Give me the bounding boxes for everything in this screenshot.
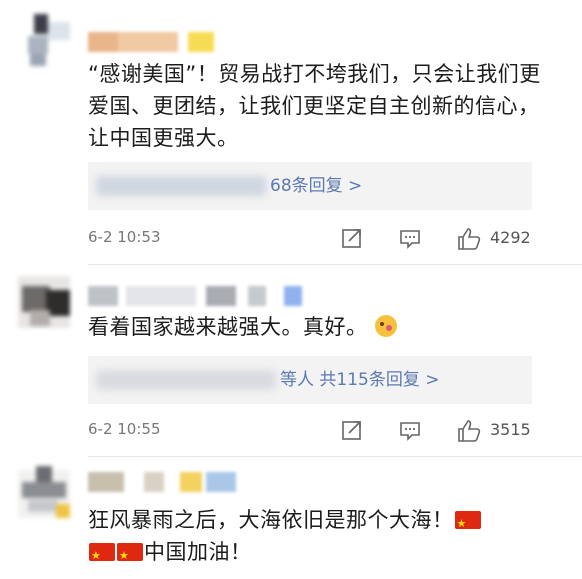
comment-icon[interactable]	[398, 418, 422, 442]
reply-count-text[interactable]: 68条回复 >	[270, 162, 362, 210]
comment-meta: 6-2 10:53 4292	[88, 228, 532, 252]
like-count: 4292	[490, 228, 531, 247]
comment-text: 狂风暴雨之后，大海依旧是那个大海！ 中国加油！	[88, 504, 558, 572]
china-flag-icon	[117, 540, 143, 572]
china-flag-icon	[454, 508, 481, 540]
timestamp: 6-2 10:53	[88, 228, 161, 246]
thumbs-up-icon[interactable]	[456, 226, 482, 252]
comment-text-line: 狂风暴雨之后，大海依旧是那个大海！	[88, 508, 454, 532]
avatar[interactable]	[18, 276, 70, 328]
username[interactable]	[88, 32, 218, 52]
comment-meta: 6-2 10:55 3515	[88, 420, 532, 444]
like-count: 3515	[490, 420, 531, 439]
reply-summary-link[interactable]: 68条回复 >	[88, 162, 532, 210]
comment-text-body: 看着国家越来越强大。真好。	[88, 315, 368, 339]
comment-text: “感谢美国”！贸易战打不垮我们，只会让我们更爱国、更团结，让我们更坚定自主创新的…	[88, 62, 541, 150]
comment-text: 看着国家越来越强大。真好。	[88, 311, 558, 343]
comment-feed: “感谢美国”！贸易战打不垮我们，只会让我们更爱国、更团结，让我们更坚定自主创新的…	[0, 0, 582, 579]
china-flag-icon	[89, 540, 115, 572]
divider	[88, 456, 582, 457]
username[interactable]	[88, 286, 318, 306]
thumbs-up-icon[interactable]	[456, 418, 482, 444]
smiling-face-icon	[374, 315, 397, 337]
avatar[interactable]	[18, 466, 70, 518]
timestamp: 6-2 10:55	[88, 420, 161, 438]
comment-icon[interactable]	[398, 226, 422, 250]
share-icon[interactable]	[340, 226, 364, 250]
reply-summary-link[interactable]: 等人 共115条回复 >	[88, 356, 532, 404]
comment-text-line: 中国加油！	[144, 540, 252, 564]
username[interactable]	[88, 472, 238, 492]
divider	[88, 264, 582, 265]
share-icon[interactable]	[340, 418, 364, 442]
avatar[interactable]	[18, 14, 70, 66]
reply-count-text[interactable]: 等人 共115条回复 >	[280, 356, 440, 404]
